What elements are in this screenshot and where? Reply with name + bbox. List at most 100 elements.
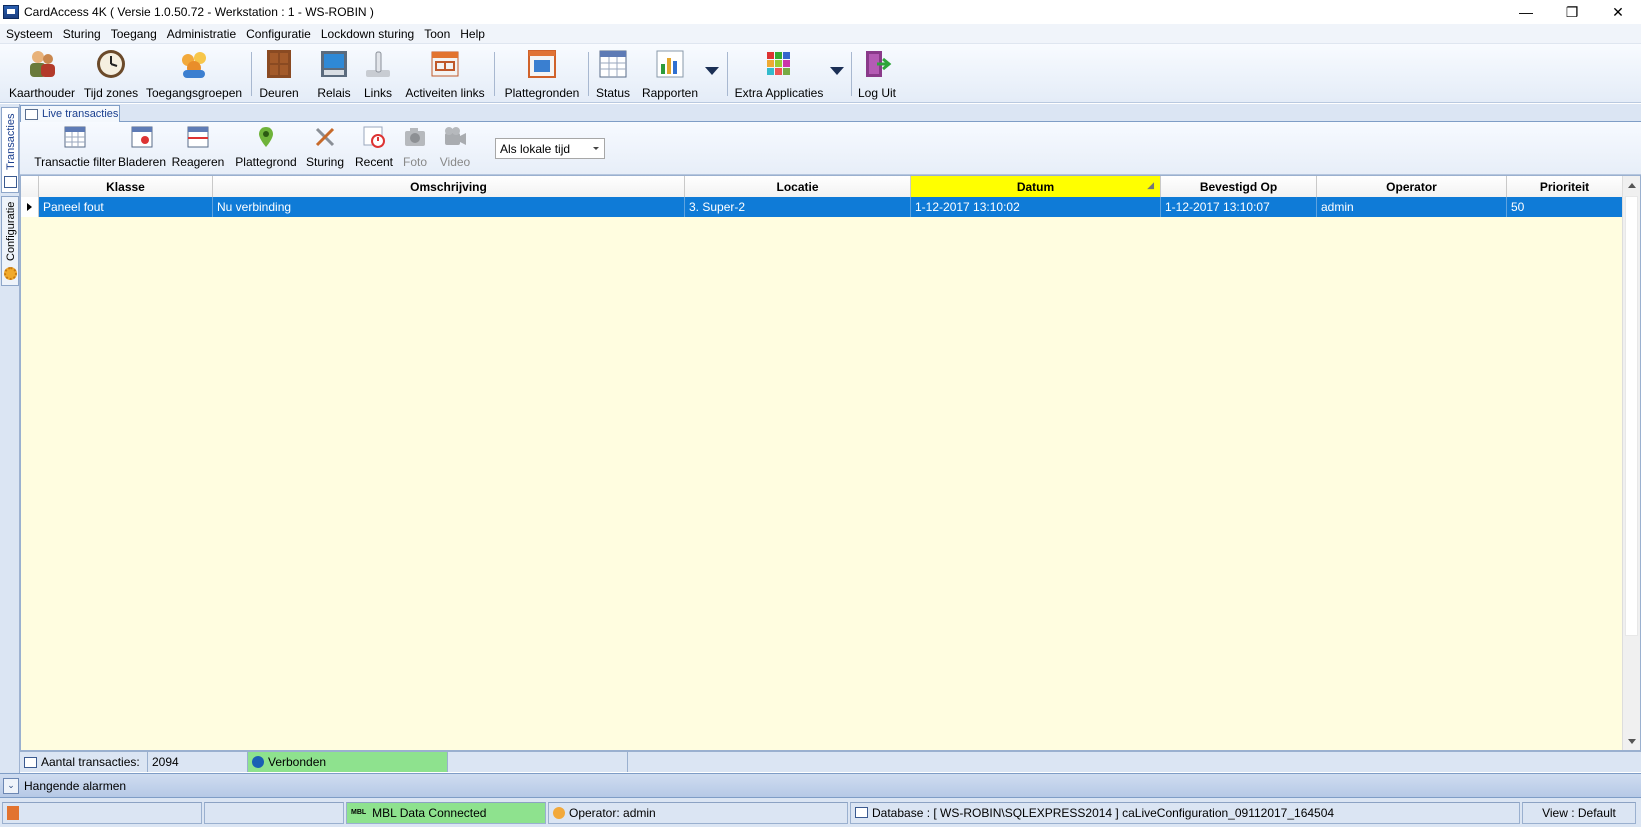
transactions-icon [24,756,37,768]
column-header-datum[interactable]: Datum ◢ [911,176,1161,197]
scroll-thumb[interactable] [1625,196,1638,636]
scroll-up-button[interactable] [1623,176,1640,194]
clock-icon [95,48,127,80]
cardholder-icon [26,48,58,80]
view-status: View : Default [1522,801,1636,824]
user-icon [553,806,565,819]
menu-configuratie[interactable]: Configuratie [241,24,316,44]
time-mode-select[interactable]: Als lokale tijd [495,138,605,159]
menu-bar: Systeem Sturing Toegang Administratie Co… [0,24,1641,44]
toegangsgroepen-label: Toegangsgroepen [145,86,243,100]
row-selector[interactable] [21,197,39,217]
column-header-operator[interactable]: Operator [1317,176,1507,197]
arrow-up-icon [1627,182,1636,188]
menu-toon[interactable]: Toon [419,24,455,44]
log-uit-button[interactable]: Log Uit [857,46,897,102]
cell-locatie: 3. Super-2 [685,197,911,217]
expand-chevron-icon[interactable]: ⌄ [3,777,19,794]
scroll-down-button[interactable] [1623,732,1640,750]
logout-icon [861,48,893,80]
column-header-omschrijving[interactable]: Omschrijving [213,176,685,197]
tab-transacties-label: Transacties [5,113,17,171]
rapporten-button[interactable]: Rapporten [640,46,700,102]
pending-alarms-bar[interactable]: ⌄ Hangende alarmen [0,773,1641,798]
connection-status: Verbonden [248,752,448,772]
status-button[interactable]: Status [594,46,632,102]
foto-button[interactable]: Foto [400,125,430,169]
transactie-filter-button[interactable]: Transactie filter [28,125,122,169]
bladeren-label: Bladeren [117,155,167,169]
grid-header: Klasse Omschrijving Locatie Datum ◢ Beve… [21,176,1623,197]
recent-label: Recent [354,155,394,169]
maximize-button[interactable]: ❐ [1549,0,1595,24]
menu-toegang[interactable]: Toegang [106,24,162,44]
extra-applicaties-button[interactable]: Extra Applicaties [733,46,825,102]
toegangsgroepen-button[interactable]: Toegangsgroepen [145,46,243,102]
tools-icon [313,125,337,149]
floorplan-icon [526,48,558,80]
group-icon [178,48,210,80]
deuren-label: Deuren [259,86,299,100]
links-button[interactable]: Links [360,46,396,102]
recent-button[interactable]: Recent [354,125,394,169]
transactie-filter-label: Transactie filter [34,155,116,169]
transactions-icon [4,176,17,188]
sturing-label: Sturing [305,155,345,169]
chevron-down-icon [593,147,599,150]
cell-bevestigd-op: 1-12-2017 13:10:07 [1161,197,1317,217]
minimize-button[interactable]: — [1503,0,1549,24]
activeiten-links-button[interactable]: Activeiten links [403,46,487,102]
info-icon [252,756,264,768]
tab-live-transacties[interactable]: Live transacties [20,105,120,122]
count-bar-empty-cell [448,752,628,772]
deuren-button[interactable]: Deuren [258,46,300,102]
report-chart-icon [654,48,686,80]
rapporten-dropdown-icon[interactable] [705,67,719,75]
extra-applicaties-dropdown-icon[interactable] [830,67,844,75]
column-header-bevestigd-op[interactable]: Bevestigd Op [1161,176,1317,197]
video-button[interactable]: Video [437,125,473,169]
sturing-button[interactable]: Sturing [305,125,345,169]
menu-administratie[interactable]: Administratie [162,24,241,44]
transaction-count-value: 2094 [148,752,248,772]
transactions-toolbar: Transactie filter Bladeren Reageren Plat… [20,122,1641,175]
recent-icon [362,125,386,149]
relais-button[interactable]: Relais [316,46,352,102]
tijd-zones-button[interactable]: Tijd zones [83,46,139,102]
live-transactions-icon [25,108,38,120]
operator-status-label: Operator: admin [569,805,656,820]
document-tab-strip: Live transacties [20,104,1641,122]
plattegronden-button[interactable]: Plattegronden [502,46,582,102]
bladeren-button[interactable]: Bladeren [117,125,167,169]
menu-sturing[interactable]: Sturing [58,24,106,44]
menu-lockdown-sturing[interactable]: Lockdown sturing [316,24,419,44]
column-header-locatie[interactable]: Locatie [685,176,911,197]
respond-icon [186,125,210,149]
tab-live-transacties-label: Live transacties [42,108,119,120]
cell-omschrijving: Nu verbinding [213,197,685,217]
column-header-prioriteit[interactable]: Prioriteit [1507,176,1623,197]
menu-systeem[interactable]: Systeem [0,24,58,44]
column-header-klasse[interactable]: Klasse [39,176,213,197]
door-icon [263,48,295,80]
kaarthouder-label: Kaarthouder [8,86,76,100]
plattegrond-button[interactable]: Plattegrond [234,125,298,169]
main-toolbar: Kaarthouder Tijd zones Toegangsgroepen D… [0,44,1641,103]
tab-configuratie[interactable]: Configuratie [1,196,19,286]
mbl-status: MBL MBL Data Connected [346,801,546,824]
status-label: Status [595,86,631,100]
tab-transacties[interactable]: Transacties [1,107,19,193]
cell-prioriteit: 50 [1507,197,1623,217]
close-button[interactable]: ✕ [1595,0,1641,24]
tijd-zones-label: Tijd zones [83,86,139,100]
link-lever-icon [362,48,394,80]
table-row[interactable]: Paneel fout Nu verbinding 3. Super-2 1-1… [21,197,1623,217]
reageren-button[interactable]: Reageren [172,125,224,169]
camera-icon [403,125,427,149]
menu-help[interactable]: Help [455,24,490,44]
connection-status-label: Verbonden [268,755,327,769]
vertical-scrollbar[interactable] [1622,176,1640,750]
kaarthouder-button[interactable]: Kaarthouder [8,46,76,102]
title-bar: CardAccess 4K ( Versie 1.0.50.72 - Werks… [0,0,1641,24]
extra-applicaties-label: Extra Applicaties [734,86,824,100]
